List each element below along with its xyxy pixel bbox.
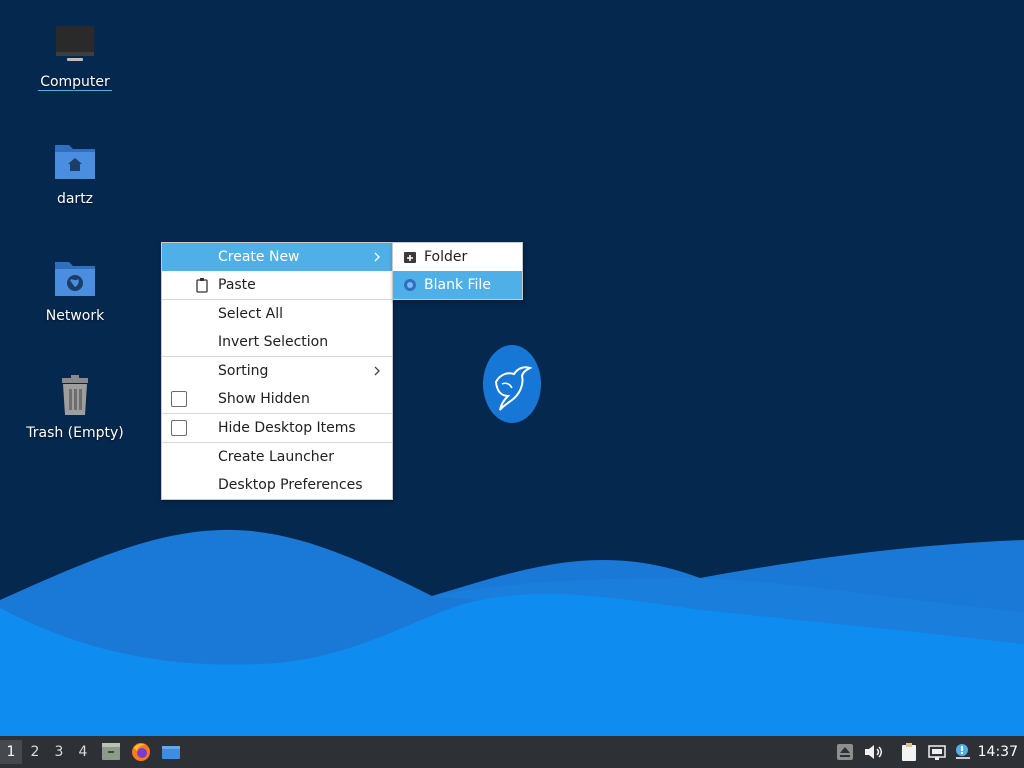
desktop-icon-home-folder[interactable]: dartz — [20, 139, 130, 207]
new-folder-icon — [404, 252, 416, 263]
eject-icon[interactable] — [834, 741, 856, 763]
menu-item-create-new[interactable]: Create New — [162, 243, 392, 271]
workspace-4-button[interactable]: 4 — [72, 740, 94, 764]
menu-item-create-launcher[interactable]: Create Launcher — [162, 443, 392, 471]
menu-item-label: Invert Selection — [218, 334, 329, 350]
workspace-1-button[interactable]: 1 — [0, 740, 22, 764]
show-hidden-checkbox[interactable] — [171, 391, 187, 407]
network-folder-icon — [55, 262, 95, 296]
menu-item-label: Blank File — [424, 277, 491, 293]
workspace-3-button[interactable]: 3 — [48, 740, 70, 764]
menu-item-hide-desktop-items[interactable]: Hide Desktop Items — [162, 414, 392, 442]
menu-item-label: Sorting — [218, 363, 269, 379]
desktop-icon-network[interactable]: Network — [20, 256, 130, 324]
menu-item-select-all[interactable]: Select All — [162, 300, 392, 328]
chevron-right-icon — [374, 366, 380, 376]
desktop-icon-label: Computer — [38, 74, 112, 91]
clipboard-manager-icon[interactable] — [898, 741, 920, 763]
desktop-icon-label: Network — [45, 308, 105, 324]
workspace-2-button[interactable]: 2 — [24, 740, 46, 764]
menu-item-label: Folder — [424, 249, 468, 265]
create-new-submenu: Folder Blank File — [392, 242, 523, 300]
menu-item-invert-selection[interactable]: Invert Selection — [162, 328, 392, 356]
computer-icon — [56, 26, 94, 61]
network-status-icon[interactable] — [926, 741, 948, 763]
show-desktop-icon[interactable] — [160, 741, 182, 763]
menu-item-paste[interactable]: Paste — [162, 271, 392, 299]
clipboard-icon — [196, 278, 208, 293]
volume-icon[interactable] — [862, 741, 884, 763]
menu-item-label: Create Launcher — [218, 449, 335, 465]
desktop[interactable]: Computer dartz Network Trash (Empty) Cre… — [0, 0, 1024, 768]
update-notifier-icon[interactable] — [952, 741, 974, 763]
file-manager-icon[interactable] — [100, 741, 122, 763]
submenu-item-folder[interactable]: Folder — [393, 243, 522, 271]
firefox-icon[interactable] — [130, 741, 152, 763]
menu-item-label: Show Hidden — [218, 391, 310, 407]
taskbar: 1 2 3 4 14:37 — [0, 736, 1024, 768]
menu-item-label: Desktop Preferences — [218, 477, 363, 493]
hide-desktop-items-checkbox[interactable] — [171, 420, 187, 436]
submenu-item-blank-file[interactable]: Blank File — [393, 271, 522, 299]
desktop-icon-trash[interactable]: Trash (Empty) — [20, 373, 130, 441]
menu-item-label: Select All — [218, 306, 283, 322]
menu-item-label: Paste — [218, 277, 256, 293]
clock[interactable]: 14:37 — [978, 736, 1018, 768]
desktop-icon-computer[interactable]: Computer — [20, 22, 130, 91]
chevron-right-icon — [374, 252, 380, 262]
home-folder-icon — [55, 145, 95, 179]
menu-item-sorting[interactable]: Sorting — [162, 357, 392, 385]
desktop-icon-label: Trash (Empty) — [26, 425, 124, 441]
desktop-icon-label: dartz — [56, 191, 94, 207]
trash-icon — [62, 375, 88, 415]
menu-item-desktop-preferences[interactable]: Desktop Preferences — [162, 471, 392, 499]
blank-file-icon — [404, 279, 416, 291]
menu-item-label: Hide Desktop Items — [218, 420, 356, 436]
menu-item-show-hidden[interactable]: Show Hidden — [162, 385, 392, 413]
distro-logo-icon — [483, 345, 541, 423]
desktop-context-menu: Create New Paste Select All Invert Selec… — [161, 242, 393, 500]
menu-item-label: Create New — [218, 249, 300, 265]
